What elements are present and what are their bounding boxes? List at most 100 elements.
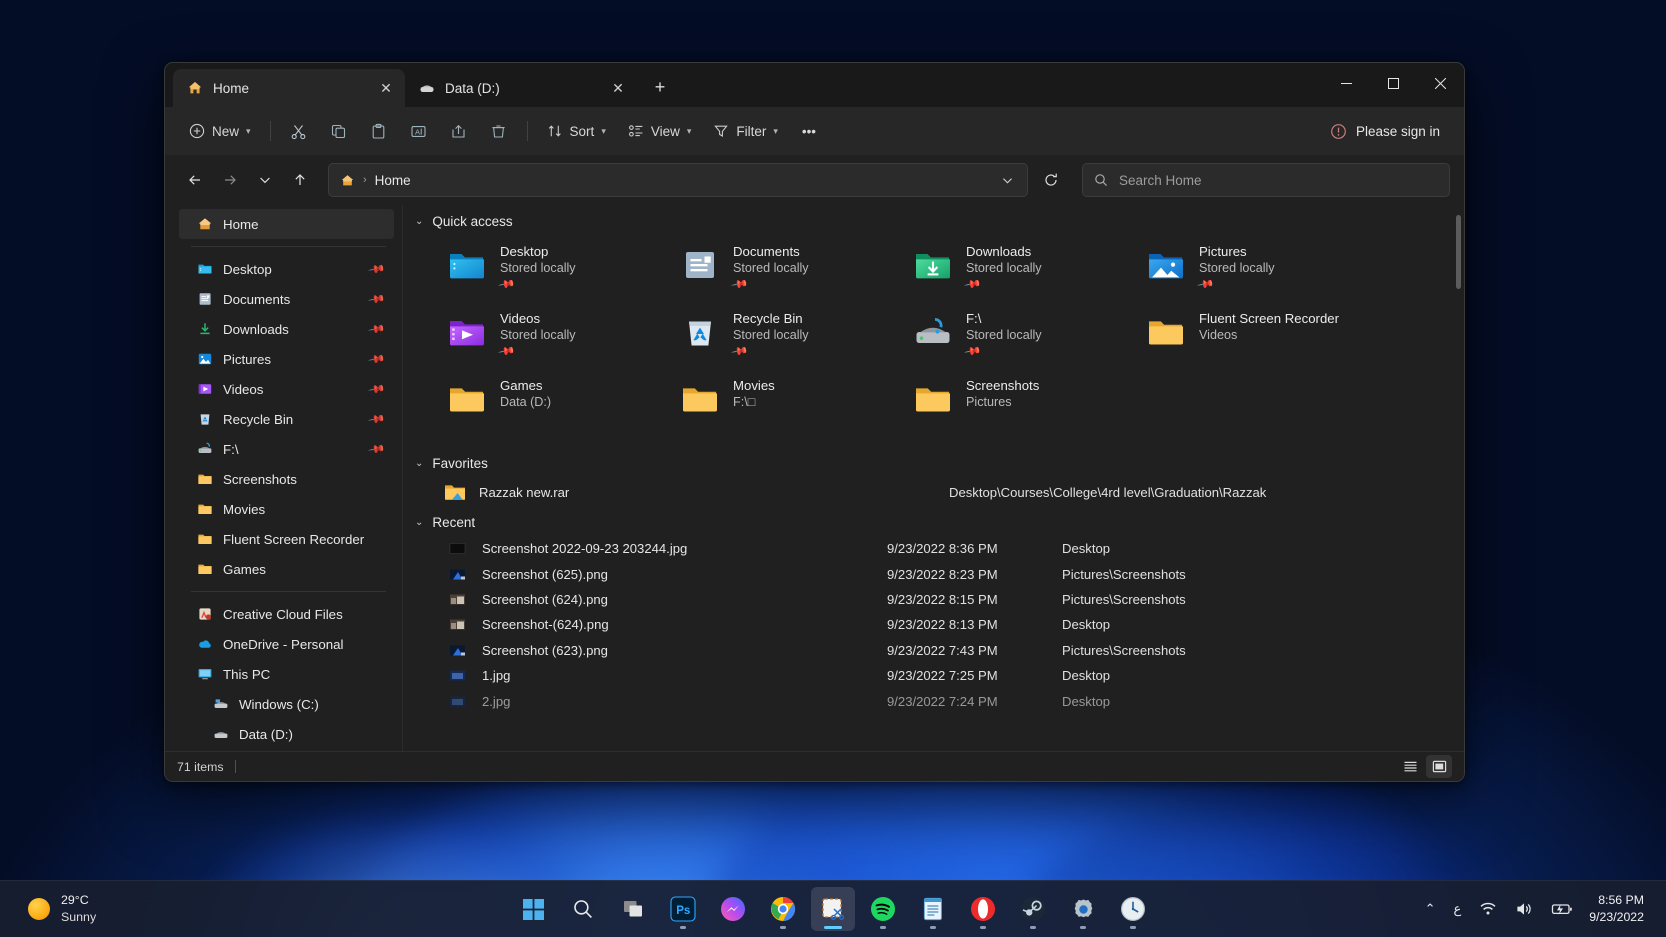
chevron-down-icon[interactable]: ⌄ (415, 517, 423, 528)
close-icon[interactable]: ✕ (605, 75, 631, 101)
quick-access-tile-pictures[interactable]: Pictures Stored locally 📌 (1140, 237, 1373, 304)
close-icon[interactable]: ✕ (373, 75, 399, 101)
quick-access-tile-f-drive[interactable]: F:\ Stored locally 📌 (907, 304, 1140, 371)
sidebar-item-screenshots[interactable]: Screenshots (179, 464, 394, 494)
pin-icon[interactable]: 📌 (368, 380, 387, 399)
section-header-favorites[interactable]: ⌄ Favorites (407, 442, 1464, 477)
address-bar[interactable]: › Home (328, 163, 1028, 197)
battery-charging-icon[interactable] (1543, 888, 1581, 930)
pin-icon[interactable]: 📌 (368, 320, 387, 339)
quick-access-tile-games[interactable]: Games Data (D:) (441, 371, 674, 438)
new-tab-button[interactable]: + (643, 70, 677, 104)
new-button[interactable]: New ▾ (179, 114, 261, 148)
sidebar-item-pictures[interactable]: Pictures 📌 (179, 344, 394, 374)
tab-data-d[interactable]: Data (D:) ✕ (405, 69, 637, 107)
sidebar-item-recycle-bin[interactable]: Recycle Bin 📌 (179, 404, 394, 434)
vertical-scrollbar[interactable] (1456, 211, 1461, 735)
sidebar-item-documents[interactable]: Documents 📌 (179, 284, 394, 314)
recent-row[interactable]: Screenshot-(624).png 9/23/2022 8:13 PM D… (407, 612, 1454, 637)
opera-app[interactable] (961, 887, 1005, 931)
sidebar-item-desktop[interactable]: Desktop 📌 (179, 254, 394, 284)
quick-access-tile-downloads[interactable]: Downloads Stored locally 📌 (907, 237, 1140, 304)
view-button[interactable]: View ▾ (618, 114, 702, 148)
sort-button[interactable]: Sort ▾ (537, 114, 616, 148)
quick-access-tile-videos[interactable]: Videos Stored locally 📌 (441, 304, 674, 371)
favorites-row[interactable]: Razzak new.rar Desktop\Courses\College\4… (407, 477, 1454, 507)
pin-icon[interactable]: 📌 (368, 260, 387, 279)
quick-access-tile-desktop[interactable]: Desktop Stored locally 📌 (441, 237, 674, 304)
sidebar-item-games[interactable]: Games (179, 554, 394, 584)
wifi-icon[interactable] (1471, 888, 1505, 930)
sidebar-item-downloads[interactable]: Downloads 📌 (179, 314, 394, 344)
breadcrumb-home[interactable]: Home (375, 173, 411, 188)
settings-app[interactable] (1061, 887, 1105, 931)
sidebar-item-data-d[interactable]: Data (D:) (179, 719, 394, 749)
messenger-app[interactable] (711, 887, 755, 931)
section-header-recent[interactable]: ⌄ Recent (407, 507, 1464, 536)
start-button[interactable] (511, 887, 555, 931)
copy-button[interactable] (320, 114, 358, 148)
maximize-button[interactable] (1370, 63, 1417, 103)
steam-app[interactable] (1011, 887, 1055, 931)
sidebar-item-creative-cloud-files[interactable]: Creative Cloud Files (179, 599, 394, 629)
clock[interactable]: 8:56 PM 9/23/2022 (1583, 888, 1654, 930)
weather-widget[interactable]: 29°C Sunny (14, 888, 110, 930)
notepad-app[interactable] (911, 887, 955, 931)
recent-row[interactable]: 2.jpg 9/23/2022 7:24 PM Desktop (407, 688, 1454, 713)
details-view-icon[interactable] (1397, 755, 1423, 778)
section-header-quick-access[interactable]: ⌄ Quick access (407, 205, 1464, 235)
language-indicator[interactable]: ع (1446, 888, 1470, 930)
sidebar-item-movies[interactable]: Movies (179, 494, 394, 524)
pin-icon[interactable]: 📌 (368, 350, 387, 369)
snipping-tool-app[interactable] (811, 887, 855, 931)
share-button[interactable] (440, 114, 478, 148)
tiles-view-icon[interactable] (1426, 755, 1452, 778)
recent-row[interactable]: Screenshot (625).png 9/23/2022 8:23 PM P… (407, 561, 1454, 586)
sidebar-item-fluent-screen-recorder[interactable]: Fluent Screen Recorder (179, 524, 394, 554)
tray-overflow-button[interactable]: ⌃ (1417, 888, 1444, 930)
filter-button[interactable]: Filter ▾ (703, 114, 788, 148)
recent-row[interactable]: Screenshot (623).png 9/23/2022 7:43 PM P… (407, 638, 1454, 663)
rename-button[interactable]: A (400, 114, 438, 148)
chevron-down-icon[interactable]: ⌄ (415, 216, 423, 227)
pin-icon[interactable]: 📌 (368, 410, 387, 429)
sidebar-item-home[interactable]: Home (179, 209, 394, 239)
photoshop-app[interactable]: Ps (661, 887, 705, 931)
close-button[interactable] (1417, 63, 1464, 103)
quick-access-tile-movies[interactable]: Movies F:\□ (674, 371, 907, 438)
sidebar-item-windows-c[interactable]: Windows (C:) (179, 689, 394, 719)
recent-row[interactable]: Screenshot 2022-09-23 203244.jpg 9/23/20… (407, 536, 1454, 561)
search-input[interactable]: Search Home (1082, 163, 1450, 197)
pin-icon[interactable]: 📌 (368, 290, 387, 309)
forward-button[interactable] (214, 164, 246, 196)
pin-icon[interactable]: 📌 (368, 440, 387, 459)
search-button[interactable] (561, 887, 605, 931)
quick-access-tile-recycle-bin[interactable]: Recycle Bin Stored locally 📌 (674, 304, 907, 371)
volume-icon[interactable] (1507, 888, 1541, 930)
tab-home[interactable]: Home ✕ (173, 69, 405, 107)
recent-row[interactable]: 1.jpg 9/23/2022 7:25 PM Desktop (407, 663, 1454, 688)
refresh-button[interactable] (1035, 164, 1067, 196)
cut-button[interactable] (280, 114, 318, 148)
sign-in-button[interactable]: Please sign in (1320, 114, 1450, 148)
minimize-button[interactable] (1323, 63, 1370, 103)
recent-row[interactable]: Screenshot (624).png 9/23/2022 8:15 PM P… (407, 587, 1454, 612)
navigation-pane[interactable]: Home Desktop 📌 Documents 📌 Downloads 📌 P… (165, 205, 403, 751)
spotify-app[interactable] (861, 887, 905, 931)
scrollbar-thumb[interactable] (1456, 215, 1461, 289)
sidebar-item-this-pc[interactable]: This PC (179, 659, 394, 689)
chevron-down-icon[interactable]: ⌄ (415, 458, 423, 469)
quick-access-tile-fluent-screen-recorder[interactable]: Fluent Screen Recorder Videos (1140, 304, 1373, 371)
recent-locations-button[interactable] (249, 164, 281, 196)
chrome-app[interactable] (761, 887, 805, 931)
sidebar-item-videos[interactable]: Videos 📌 (179, 374, 394, 404)
task-view-button[interactable] (611, 887, 655, 931)
up-button[interactable] (284, 164, 316, 196)
paste-button[interactable] (360, 114, 398, 148)
quick-access-tile-documents[interactable]: Documents Stored locally 📌 (674, 237, 907, 304)
back-button[interactable] (179, 164, 211, 196)
delete-button[interactable] (480, 114, 518, 148)
quick-access-tile-screenshots[interactable]: Screenshots Pictures (907, 371, 1140, 438)
sidebar-item-f-drive[interactable]: F:\ 📌 (179, 434, 394, 464)
content-pane[interactable]: ⌄ Quick access Desktop Stored locally 📌 … (403, 205, 1464, 751)
